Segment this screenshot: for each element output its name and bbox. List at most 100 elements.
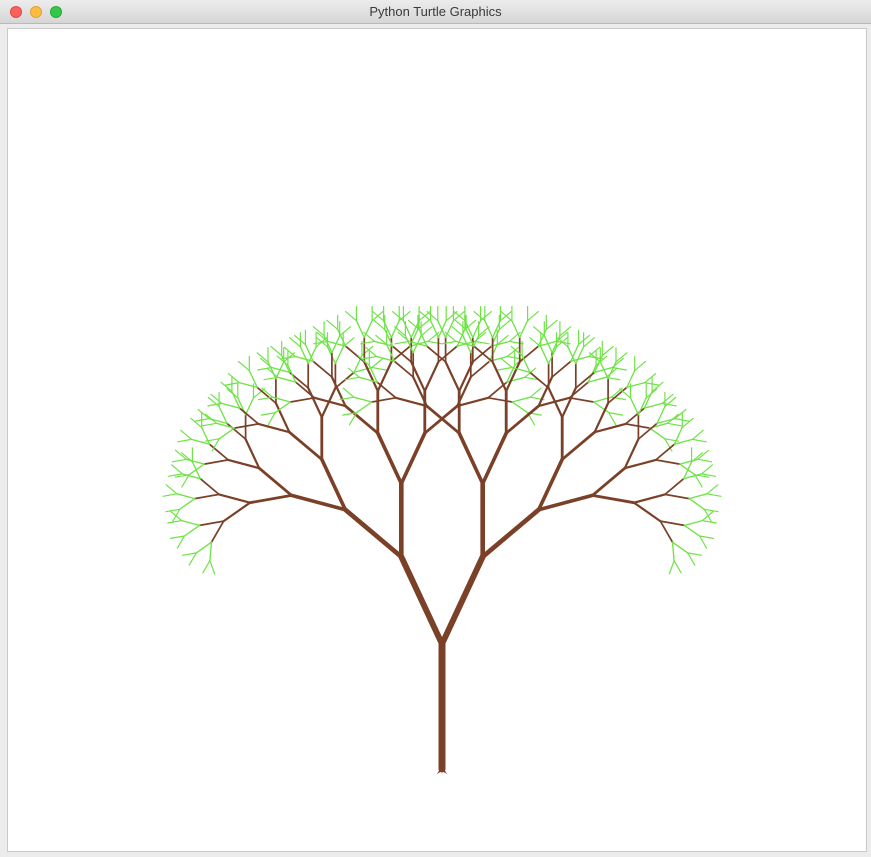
leaf-segment	[227, 373, 240, 384]
branch-segment	[623, 458, 657, 470]
leaf-segment	[683, 461, 693, 480]
branch-segment	[222, 501, 252, 523]
leaf-segment	[683, 473, 703, 480]
branch-segment	[208, 443, 230, 461]
branch-segment	[393, 360, 415, 378]
branch-segment	[659, 520, 686, 527]
leaf-segment	[532, 326, 545, 337]
turtle-canvas[interactable]	[7, 28, 867, 852]
leaf-segment	[629, 397, 640, 416]
turtle-window: Python Turtle Graphics	[0, 0, 871, 857]
leaf-segment	[363, 331, 376, 342]
branch-segment	[487, 396, 514, 403]
leaf-segment	[238, 381, 258, 389]
leaf-segment	[698, 535, 715, 539]
leaf-segment	[326, 319, 339, 330]
leaf-segment	[266, 367, 279, 378]
leaf-segment	[526, 311, 540, 322]
leaf-segment	[181, 474, 190, 488]
leaf-segment	[210, 393, 223, 404]
leaf-segment	[506, 346, 519, 358]
leaf-segment	[185, 458, 205, 465]
fractal-tree-drawing	[162, 306, 722, 774]
branch-segment	[363, 360, 379, 393]
leaf-segment	[698, 535, 708, 549]
leaf-segment	[643, 402, 663, 409]
leaf-segment	[701, 520, 717, 524]
leaf-segment	[365, 346, 378, 358]
leaf-segment	[283, 346, 296, 358]
leaf-segment	[353, 396, 373, 403]
leaf-segment	[221, 402, 241, 409]
branch-segment	[289, 396, 316, 403]
branch-segment	[375, 431, 404, 486]
leaf-segment	[195, 541, 213, 554]
leaf-segment	[683, 524, 701, 537]
branch-segment	[504, 404, 540, 435]
leaf-segment	[176, 535, 185, 549]
leaf-segment	[679, 458, 699, 465]
leaf-segment	[587, 376, 607, 383]
leaf-segment	[176, 493, 196, 500]
branch-segment	[257, 422, 291, 434]
leaf-segment	[608, 412, 617, 426]
branch-segment	[227, 458, 261, 470]
leaf-segment	[355, 320, 365, 339]
leaf-segment	[634, 360, 647, 372]
branch-segment	[307, 386, 323, 419]
leaf-segment	[165, 484, 178, 495]
leaf-segment	[687, 552, 703, 556]
leaf-segment	[673, 560, 682, 574]
branch-segment	[199, 477, 220, 496]
leaf-segment	[342, 387, 355, 398]
leaf-segment	[334, 346, 344, 365]
leaf-segment	[529, 337, 542, 348]
leaf-segment	[172, 508, 181, 523]
leaf-segment	[197, 408, 210, 420]
leaf-segment	[473, 311, 486, 322]
leaf-segment	[694, 474, 703, 488]
branch-segment	[376, 381, 397, 399]
leaf-segment	[188, 552, 197, 566]
leaf-segment	[260, 412, 276, 416]
leaf-segment	[373, 319, 386, 330]
branch-segment	[203, 459, 230, 465]
leaf-segment	[700, 464, 714, 475]
leaf-segment	[511, 401, 529, 414]
leaf-segment	[355, 401, 373, 414]
branch-segment	[568, 396, 595, 403]
leaf-segment	[170, 535, 185, 539]
leaf-segment	[688, 497, 705, 510]
leaf-segment	[427, 340, 443, 345]
leaf-segment	[277, 376, 297, 383]
leaf-segment	[183, 524, 201, 537]
branch-segment	[480, 507, 542, 560]
leaf-segment	[267, 412, 276, 426]
title-bar[interactable]: Python Turtle Graphics	[0, 0, 871, 24]
branch-segment	[664, 493, 690, 500]
branch-segment	[664, 477, 685, 496]
leaf-segment	[270, 345, 283, 357]
leaf-segment	[209, 541, 213, 562]
leaf-segment	[540, 346, 550, 365]
branch-segment	[590, 466, 627, 497]
leaf-segment	[358, 376, 378, 383]
leaf-segment	[706, 484, 719, 495]
leaf-segment	[167, 520, 183, 524]
branch-segment	[210, 520, 225, 544]
leaf-segment	[619, 388, 632, 399]
leaf-segment	[500, 357, 513, 369]
leaf-segment	[451, 326, 464, 337]
branch-segment	[593, 422, 627, 434]
branch-segment	[344, 404, 380, 435]
branch-segment	[248, 493, 294, 505]
branch-segment	[456, 396, 490, 408]
leaf-segment	[181, 552, 197, 556]
leaf-segment	[218, 405, 228, 425]
branch-segment	[423, 360, 440, 393]
leaf-segment	[683, 519, 703, 527]
leaf-segment	[177, 438, 193, 443]
leaf-segment	[202, 560, 211, 574]
leaf-segment	[497, 366, 513, 371]
branch-segment	[505, 360, 521, 393]
